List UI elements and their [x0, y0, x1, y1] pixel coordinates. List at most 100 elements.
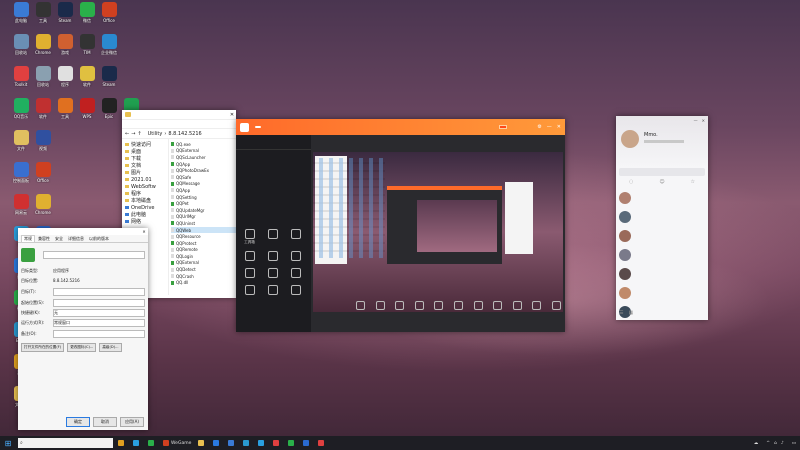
avatar[interactable] [621, 130, 639, 148]
close-icon[interactable]: ✕ [228, 112, 236, 118]
file-row[interactable]: QQWeb [171, 226, 236, 234]
dialog-footer-button[interactable]: 确定 [66, 417, 90, 427]
apps-icon[interactable]: ▦ [628, 310, 633, 316]
file-row[interactable]: QQSetting [171, 194, 236, 201]
back-icon[interactable]: ← [125, 131, 129, 137]
taskbar-item[interactable] [146, 437, 158, 449]
phone-tool[interactable] [284, 229, 307, 245]
file-row[interactable]: QQApp [171, 187, 236, 194]
desktop-icon[interactable]: Steam [96, 66, 122, 87]
phone-tool[interactable]: 工具箱 [238, 229, 261, 245]
mirror-tool[interactable] [493, 301, 503, 311]
nav-item[interactable]: 桌面 [122, 148, 168, 155]
file-row[interactable]: QQMessage [171, 181, 236, 188]
taskbar-item[interactable] [241, 437, 253, 449]
mirror-tool[interactable] [434, 301, 444, 311]
nav-item[interactable]: 程序 [122, 190, 168, 197]
desktop-icon[interactable]: 企业微信 [96, 34, 122, 55]
assistant-settings-icon[interactable]: ⚙ [537, 124, 541, 130]
dialog-action-button[interactable]: 打开文件所在的位置(F) [21, 343, 65, 352]
phone-tool[interactable] [238, 268, 261, 279]
phone-assistant-window[interactable]: ⚙ — ✕ 工具箱 [236, 119, 565, 332]
phone-tool[interactable] [238, 285, 261, 296]
dialog-tab[interactable]: 详细信息 [66, 236, 86, 242]
space-tab-icon[interactable]: ☆ [691, 179, 695, 185]
list-item[interactable] [616, 283, 708, 302]
nav-item[interactable]: 图片 [122, 169, 168, 176]
nav-item[interactable]: WebSoftw [122, 183, 168, 190]
start-button[interactable]: ⊞ [2, 437, 14, 449]
nav-item[interactable]: 2021.01 [122, 176, 168, 183]
desktop-icon[interactable]: 视频 [30, 130, 56, 151]
taskbar-item[interactable] [316, 437, 328, 449]
taskbar-item[interactable] [271, 437, 283, 449]
mirror-tool[interactable] [414, 301, 424, 311]
chat-close-icon[interactable]: ✕ [702, 118, 705, 123]
dialog-tab[interactable]: 常规 [21, 235, 35, 242]
taskbar-item[interactable] [301, 437, 313, 449]
file-row[interactable]: QQSafe [171, 174, 236, 181]
explorer-titlebar[interactable]: ✕ [122, 110, 236, 120]
breadcrumb-0[interactable]: Utility [148, 131, 163, 137]
file-row[interactable]: QQPet [171, 200, 236, 207]
mirror-tool[interactable] [473, 301, 483, 311]
taskbar-item[interactable] [286, 437, 298, 449]
list-item[interactable] [616, 207, 708, 226]
taskbar-item[interactable] [256, 437, 268, 449]
phone-tool[interactable] [261, 251, 284, 262]
assistant-close-icon[interactable]: ✕ [557, 124, 561, 130]
dialog-footer-button[interactable]: 应用(A) [120, 417, 144, 427]
phone-tool[interactable] [261, 268, 284, 279]
dialog-tab[interactable]: 兼容性 [36, 236, 52, 242]
desktop-icon[interactable]: Office [30, 162, 56, 183]
taskbar-item[interactable] [211, 437, 223, 449]
mirror-tool[interactable] [356, 301, 365, 311]
up-icon[interactable]: ↑ [137, 131, 141, 137]
field-value[interactable]: 常规窗口 [53, 319, 145, 327]
chat-minimize-icon[interactable]: — [694, 118, 698, 123]
mirror-tool[interactable] [532, 301, 542, 311]
nav-item[interactable]: 网络 [122, 218, 168, 225]
dialog-footer-button[interactable]: 取消 [93, 417, 117, 427]
chat-window[interactable]: — ✕ Mmo. ◌ ☺ ☆ ☰ ▦ [616, 116, 708, 320]
file-row[interactable]: QQUpdateMgr [171, 207, 236, 214]
dialog-action-button[interactable]: 高级(D)... [99, 343, 122, 352]
file-row[interactable]: QQUrlMgr [171, 214, 236, 221]
file-row[interactable]: QQCrash [171, 273, 236, 280]
phone-tool[interactable] [284, 251, 307, 262]
file-row[interactable]: QQ.exe [171, 141, 236, 148]
notification-icon[interactable]: ▭ [792, 441, 796, 446]
tray-arrow-icon[interactable]: ^ [766, 441, 770, 446]
taskbar-item[interactable] [116, 437, 128, 449]
file-row[interactable]: QQProtect [171, 240, 236, 247]
properties-dialog[interactable]: ✕ 常规 兼容性 安全 详细信息 以前的版本 目标类型: 应用程序 目标位置: 8.8.142… [18, 228, 148, 430]
phone-tool[interactable] [238, 251, 261, 262]
file-row[interactable]: QQRemote [171, 247, 236, 254]
field-value[interactable]: 无 [53, 309, 145, 317]
nav-item[interactable]: 文档 [122, 162, 168, 169]
address-bar[interactable]: ← → ↑ Utility › 8.8.142.5216 [122, 129, 236, 139]
nav-item[interactable]: 下载 [122, 155, 168, 162]
assistant-minimize-icon[interactable]: — [547, 124, 552, 130]
phone-tool[interactable] [284, 268, 307, 279]
desktop-icon[interactable]: Office [96, 2, 122, 23]
phone-tool[interactable] [261, 285, 284, 296]
phone-tool[interactable] [284, 285, 307, 296]
file-row[interactable]: QQUninst [171, 220, 236, 227]
breadcrumb-1[interactable]: 8.8.142.5216 [168, 131, 201, 137]
field-value[interactable] [53, 288, 145, 296]
file-row[interactable]: QQPhotoDrawEx [171, 167, 236, 174]
dialog-tab[interactable]: 安全 [53, 236, 65, 242]
forward-icon[interactable]: → [131, 131, 135, 137]
file-row[interactable]: QQScLauncher [171, 154, 236, 161]
file-row[interactable]: QQDetect [171, 266, 236, 273]
mirror-tool[interactable] [512, 301, 522, 311]
mirror-tool[interactable] [453, 301, 463, 311]
contacts-tab-icon[interactable]: ☺ [659, 179, 664, 185]
file-row[interactable]: QQExternal [171, 260, 236, 267]
mirror-tool[interactable] [395, 301, 405, 311]
taskbar-item[interactable] [131, 437, 143, 449]
list-item[interactable] [616, 264, 708, 283]
field-value[interactable] [53, 299, 145, 307]
file-row[interactable]: QQLogin [171, 253, 236, 260]
